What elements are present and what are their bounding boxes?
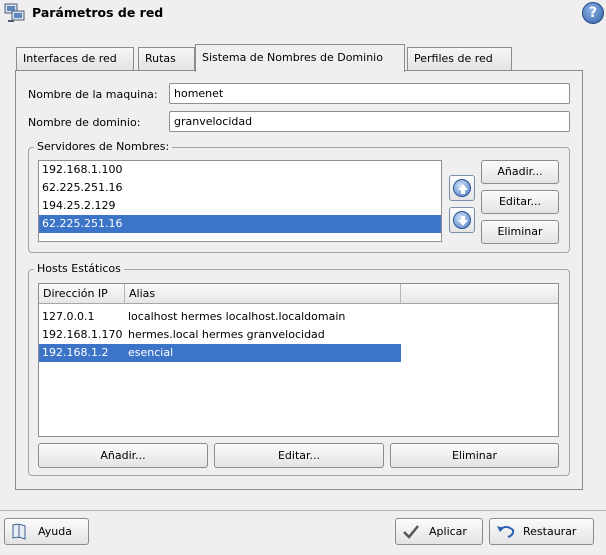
help-button-label: Ayuda	[38, 525, 72, 538]
arrow-up-icon	[453, 179, 471, 197]
network-icon	[4, 3, 26, 23]
machine-name-field[interactable]: homenet	[169, 83, 570, 104]
list-item[interactable]: 194.25.2.129	[39, 197, 441, 215]
window-title: Parámetros de red	[32, 5, 164, 20]
host-ip: 192.168.1.170	[42, 328, 123, 341]
apply-button-label: Aplicar	[429, 525, 467, 538]
hosts-add-button[interactable]: Añadir...	[38, 443, 208, 468]
table-row[interactable]: 192.168.1.170 hermes.local hermes granve…	[39, 326, 558, 344]
apply-button[interactable]: Aplicar	[395, 518, 483, 545]
table-row-selected[interactable]: 192.168.1.2 esencial	[39, 344, 401, 362]
restore-button[interactable]: Restaurar	[489, 518, 594, 545]
host-alias: esencial	[128, 346, 174, 359]
host-alias: localhost hermes localhost.localdomain	[128, 310, 346, 323]
tab-profiles[interactable]: Perfiles de red	[407, 47, 512, 71]
host-ip: 127.0.0.1	[42, 310, 95, 323]
host-ip: 192.168.1.2	[42, 346, 109, 359]
tab-dns[interactable]: Sistema de Nombres de Dominio	[195, 44, 405, 72]
tab-interfaces[interactable]: Interfaces de red	[16, 47, 134, 71]
host-alias: hermes.local hermes granvelocidad	[128, 328, 325, 341]
hosts-remove-button[interactable]: Eliminar	[390, 443, 559, 468]
hosts-edit-button[interactable]: Editar...	[214, 443, 384, 468]
name-servers-list[interactable]: 192.168.1.100 62.225.251.16 194.25.2.129…	[38, 160, 442, 242]
footer-separator	[0, 510, 606, 511]
help-button[interactable]: Ayuda	[4, 518, 89, 545]
checkmark-icon	[402, 523, 420, 544]
column-header-alias[interactable]: Alias	[125, 284, 401, 304]
list-item[interactable]: 192.168.1.100	[39, 161, 441, 179]
move-up-button[interactable]	[449, 175, 475, 201]
machine-name-label: Nombre de la maquina:	[28, 88, 158, 101]
table-row[interactable]: 127.0.0.1 localhost hermes localhost.loc…	[39, 308, 558, 326]
list-item-selected[interactable]: 62.225.251.16	[39, 215, 441, 233]
column-header-ip[interactable]: Dirección IP	[39, 284, 125, 304]
undo-icon	[496, 524, 516, 543]
static-hosts-title: Hosts Estáticos	[34, 262, 124, 275]
name-servers-title: Servidores de Nombres:	[34, 140, 173, 153]
help-book-icon	[11, 523, 27, 544]
tab-routes[interactable]: Rutas	[138, 47, 195, 71]
ns-add-button[interactable]: Añadir...	[481, 160, 559, 184]
restore-button-label: Restaurar	[523, 525, 577, 538]
arrow-down-icon	[453, 211, 471, 229]
ns-remove-button[interactable]: Eliminar	[481, 220, 559, 244]
list-item[interactable]: 62.225.251.16	[39, 179, 441, 197]
domain-name-field[interactable]: granvelocidad	[169, 111, 570, 132]
table-header: Dirección IP Alias	[39, 284, 558, 304]
move-down-button[interactable]	[449, 207, 475, 233]
ns-edit-button[interactable]: Editar...	[481, 190, 559, 214]
static-hosts-table[interactable]: Dirección IP Alias 127.0.0.1 localhost h…	[38, 283, 559, 437]
domain-name-label: Nombre de dominio:	[28, 116, 141, 129]
help-icon[interactable]: ?	[582, 2, 604, 24]
